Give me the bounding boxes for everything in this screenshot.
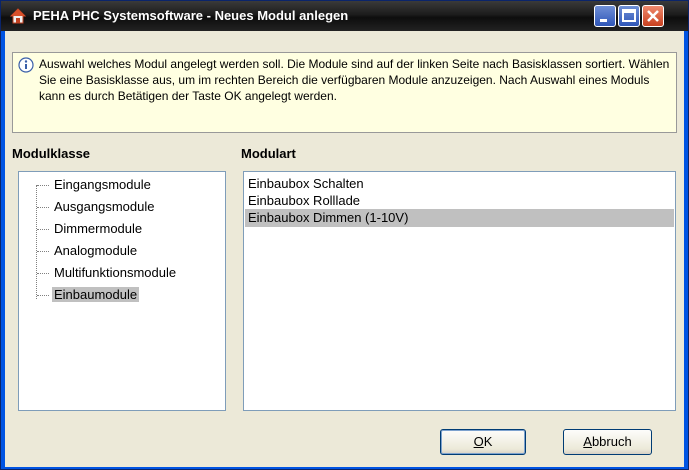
dialog-window: PEHA PHC Systemsoftware - Neues Modul an…: [0, 0, 689, 470]
tree-item-analogmodule[interactable]: Analogmodule: [29, 242, 139, 260]
house-icon: [9, 8, 27, 24]
title-bar[interactable]: PEHA PHC Systemsoftware - Neues Modul an…: [1, 1, 688, 31]
modulklasse-label: Modulklasse: [12, 146, 91, 161]
modulart-label: Modulart: [241, 146, 296, 161]
ok-button[interactable]: OK: [440, 429, 526, 455]
maximize-icon: [622, 9, 636, 22]
maximize-button[interactable]: [618, 5, 640, 27]
dialog-body: Auswahl welches Modul angelegt werden so…: [5, 31, 684, 467]
list-item-einbaubox-schalten[interactable]: Einbaubox Schalten: [245, 175, 674, 193]
close-icon: [647, 10, 659, 22]
cancel-button[interactable]: Abbruch: [563, 429, 652, 455]
list-item-einbaubox-rolllade[interactable]: Einbaubox Rolllade: [245, 192, 674, 210]
list-item-einbaubox-dimmen[interactable]: Einbaubox Dimmen (1-10V): [245, 209, 674, 227]
modulart-list[interactable]: Einbaubox Schalten Einbaubox Rolllade Ei…: [243, 171, 676, 411]
minimize-button[interactable]: [594, 5, 616, 27]
info-text: Auswahl welches Modul angelegt werden so…: [39, 57, 670, 103]
info-box: Auswahl welches Modul angelegt werden so…: [12, 52, 677, 133]
tree-item-ausgangsmodule[interactable]: Ausgangsmodule: [29, 198, 156, 216]
modulklasse-tree[interactable]: Eingangsmodule Ausgangsmodule Dimmermodu…: [18, 171, 226, 411]
info-icon: [18, 57, 34, 73]
tree-item-multifunktionsmodule[interactable]: Multifunktionsmodule: [29, 264, 178, 282]
close-button[interactable]: [642, 5, 664, 27]
tree-item-eingangsmodule[interactable]: Eingangsmodule: [29, 176, 153, 194]
tree-item-dimmermodule[interactable]: Dimmermodule: [29, 220, 144, 238]
minimize-icon: [600, 19, 607, 22]
tree-item-einbaumodule[interactable]: Einbaumodule: [29, 286, 140, 304]
window-title: PEHA PHC Systemsoftware - Neues Modul an…: [33, 8, 349, 23]
